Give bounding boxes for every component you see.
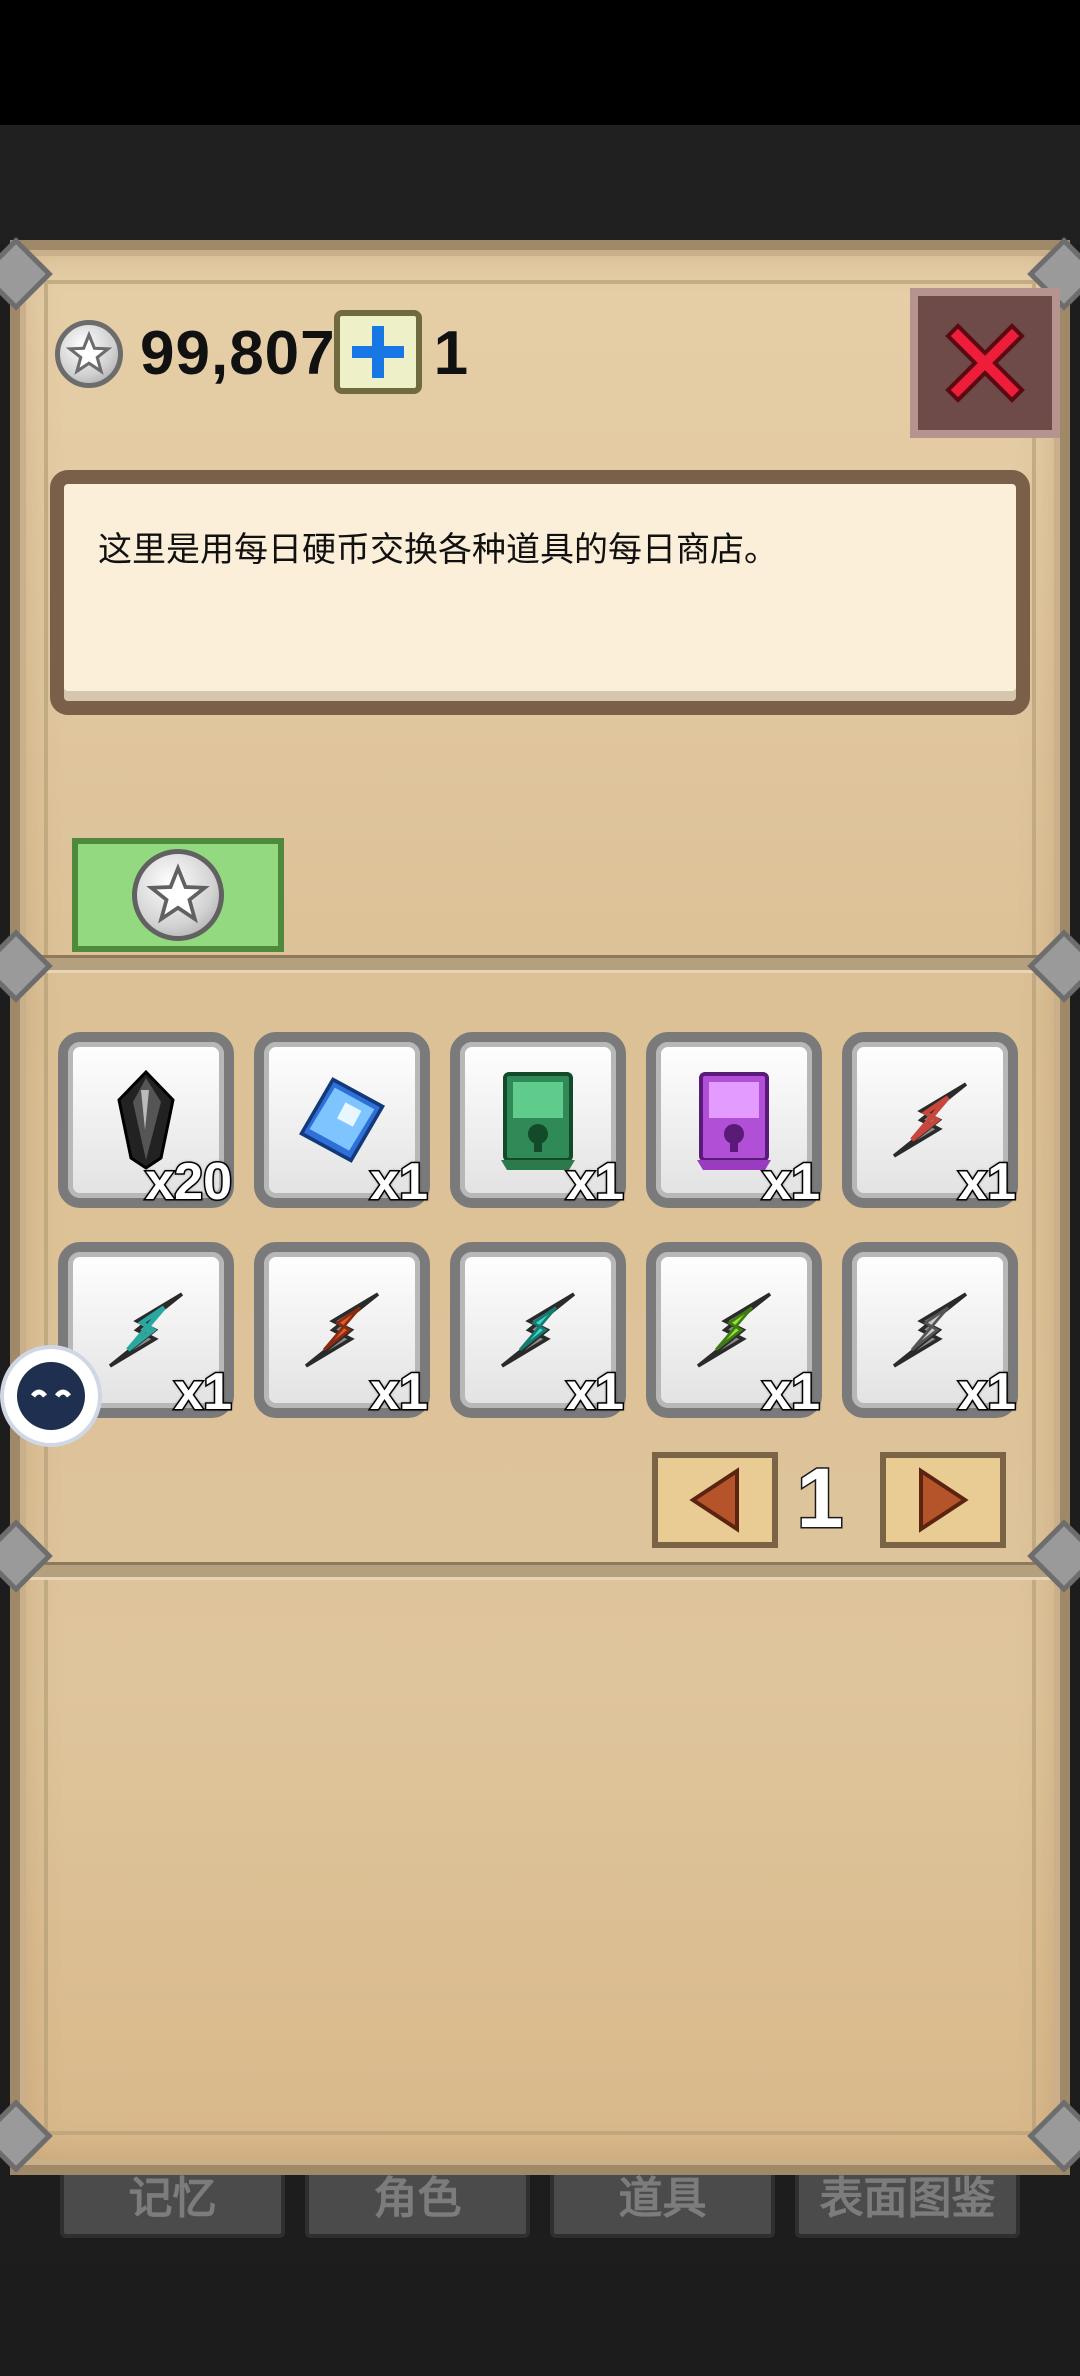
- coin-balance-value: 99,807: [140, 319, 336, 388]
- shop-item-slot[interactable]: x1: [842, 1032, 1018, 1213]
- shop-item-slot[interactable]: x1: [842, 1242, 1018, 1423]
- description-text: 这里是用每日硬币交换各种道具的每日商店。: [98, 530, 778, 570]
- item-quantity: x1: [369, 1152, 430, 1213]
- item-quantity: x1: [565, 1362, 626, 1423]
- divider-top: [20, 955, 1060, 973]
- item-quantity: x1: [957, 1362, 1018, 1423]
- floating-assistant-avatar[interactable]: [0, 1345, 102, 1447]
- item-quantity: x1: [173, 1362, 234, 1423]
- shop-item-slot[interactable]: x1: [254, 1242, 430, 1423]
- next-page-button[interactable]: [880, 1452, 1006, 1548]
- close-x-icon: [945, 323, 1025, 403]
- add-coin-button[interactable]: [334, 310, 422, 394]
- arrow-left-icon: [689, 1467, 739, 1533]
- top-backdrop: [0, 125, 1080, 245]
- page-number: 1: [795, 1450, 845, 1547]
- description-box: 这里是用每日硬币交换各种道具的每日商店。: [50, 470, 1030, 715]
- shop-item-slot[interactable]: x20: [58, 1032, 234, 1213]
- star-coin-icon: [132, 849, 224, 941]
- status-bar: [0, 0, 1080, 125]
- item-quantity: x20: [144, 1152, 234, 1213]
- shop-item-slot[interactable]: x1: [450, 1242, 626, 1423]
- item-quantity: x1: [957, 1152, 1018, 1213]
- shop-item-slot[interactable]: x1: [646, 1032, 822, 1213]
- assistant-face-icon: [17, 1362, 85, 1430]
- plus-icon: [352, 326, 404, 378]
- coin-balance-suffix: 1: [433, 319, 470, 388]
- tab-daily-coin[interactable]: [72, 838, 284, 952]
- item-quantity: x1: [761, 1362, 822, 1423]
- shop-item-slot[interactable]: x1: [646, 1242, 822, 1423]
- close-button[interactable]: [910, 288, 1060, 438]
- divider-bottom: [20, 1562, 1060, 1580]
- item-quantity: x1: [761, 1152, 822, 1213]
- bottom-backdrop: [0, 2262, 1080, 2376]
- shop-item-slot[interactable]: x1: [450, 1032, 626, 1213]
- item-quantity: x1: [565, 1152, 626, 1213]
- shop-item-slot[interactable]: x1: [254, 1032, 430, 1213]
- star-coin-icon: [55, 320, 123, 388]
- prev-page-button[interactable]: [652, 1452, 778, 1548]
- arrow-right-icon: [919, 1467, 969, 1533]
- item-quantity: x1: [369, 1362, 430, 1423]
